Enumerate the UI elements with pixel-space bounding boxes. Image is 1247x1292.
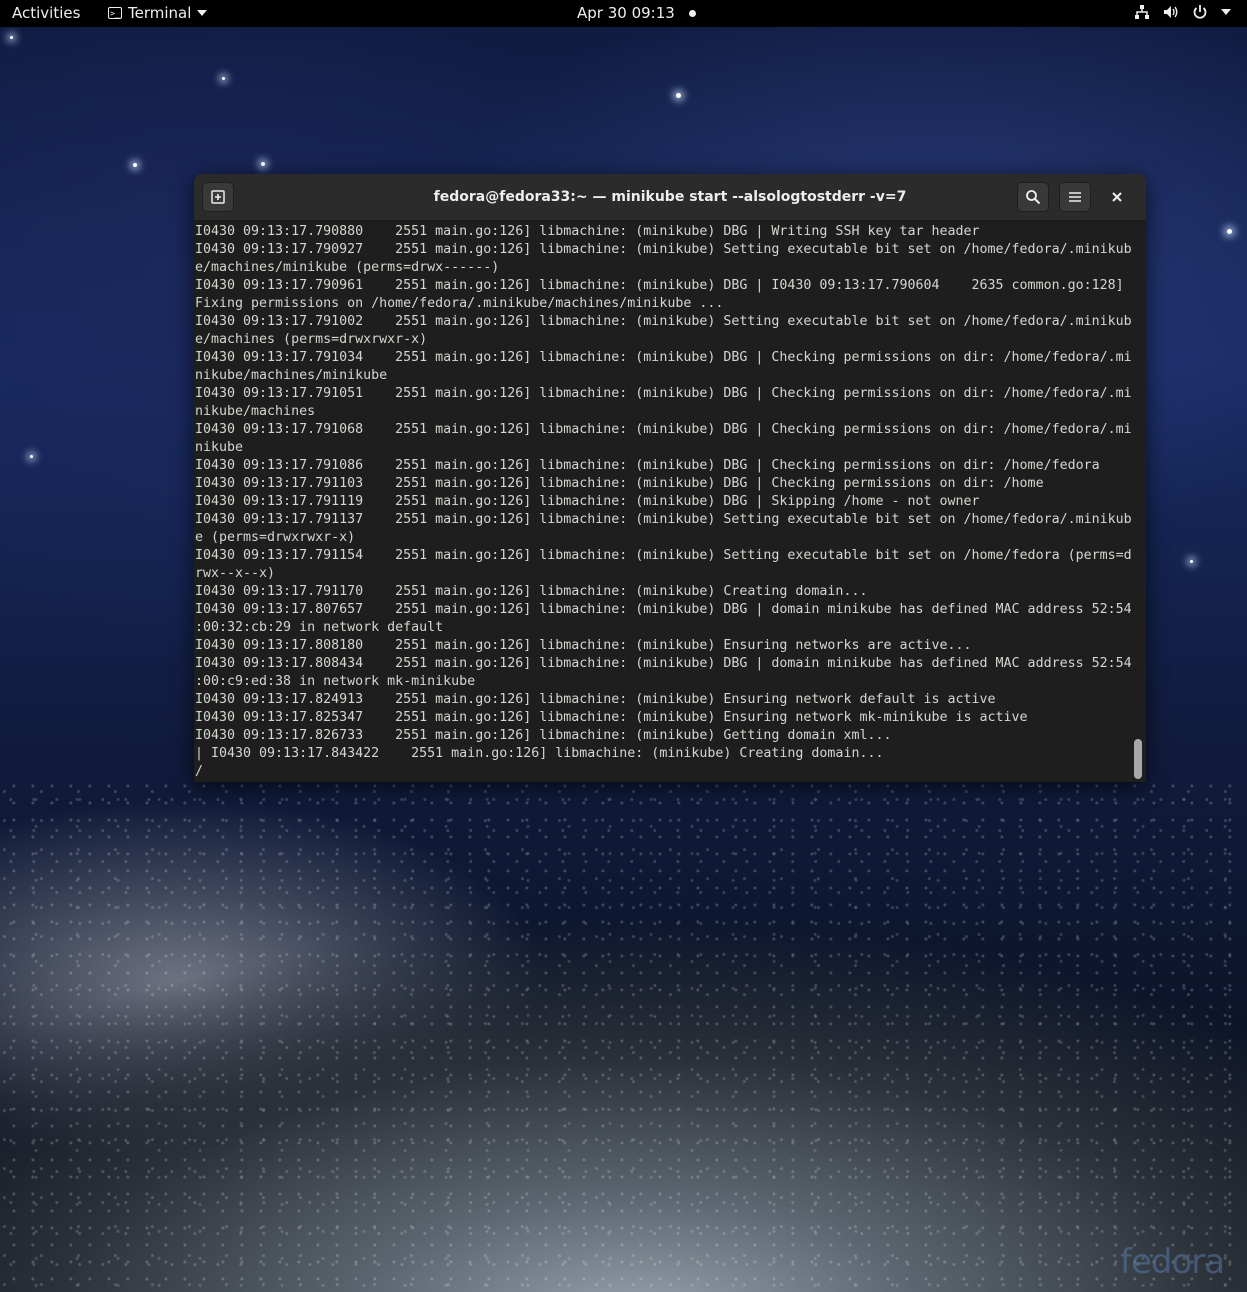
terminal-line: e/machines (perms=drwxrwxr-x) bbox=[195, 332, 428, 347]
terminal-line: I0430 09:13:17.790880 2551 main.go:126] … bbox=[195, 224, 980, 239]
terminal-line: I0430 09:13:17.791002 2551 main.go:126] … bbox=[195, 314, 1131, 329]
clock-button[interactable]: Apr 30 09:13 bbox=[577, 4, 696, 22]
terminal-line: nikube bbox=[195, 440, 244, 455]
terminal-line: I0430 09:13:17.824913 2551 main.go:126] … bbox=[195, 692, 996, 707]
terminal-line: I0430 09:13:17.808180 2551 main.go:126] … bbox=[195, 638, 972, 653]
fedora-watermark: fedora bbox=[1120, 1242, 1225, 1282]
terminal-output[interactable]: I0430 09:13:17.790880 2551 main.go:126] … bbox=[195, 223, 1131, 779]
clock-label: Apr 30 09:13 bbox=[577, 4, 675, 22]
wallpaper-star bbox=[261, 162, 265, 166]
terminal-line: Fixing permissions on /home/fedora/.mini… bbox=[195, 296, 724, 311]
power-icon bbox=[1193, 5, 1207, 19]
terminal-line: I0430 09:13:17.791154 2551 main.go:126] … bbox=[195, 548, 1131, 563]
terminal-line: nikube/machines/minikube bbox=[195, 368, 388, 383]
wallpaper-star bbox=[30, 455, 33, 458]
terminal-line: nikube/machines bbox=[195, 404, 316, 419]
terminal-line: I0430 09:13:17.791034 2551 main.go:126] … bbox=[195, 350, 1131, 365]
terminal-window: fedora@fedora33:~ — minikube start --als… bbox=[194, 174, 1146, 782]
terminal-line: I0430 09:13:17.790961 2551 main.go:126] … bbox=[195, 278, 1124, 293]
terminal-line: I0430 09:13:17.807657 2551 main.go:126] … bbox=[195, 602, 1131, 617]
terminal-line: | I0430 09:13:17.843422 2551 main.go:126… bbox=[195, 746, 884, 761]
terminal-line: :00:32:cb:29 in network default bbox=[195, 620, 444, 635]
activities-button[interactable]: Activities bbox=[12, 4, 80, 22]
window-title: fedora@fedora33:~ — minikube start --als… bbox=[433, 189, 907, 205]
wallpaper-star bbox=[10, 36, 13, 39]
window-header-bar[interactable]: fedora@fedora33:~ — minikube start --als… bbox=[194, 174, 1146, 221]
terminal-line: I0430 09:13:17.791068 2551 main.go:126] … bbox=[195, 422, 1131, 437]
system-status-menu[interactable] bbox=[1134, 4, 1231, 20]
terminal-line: e (perms=drwxrwxr-x) bbox=[195, 530, 356, 545]
terminal-line: I0430 09:13:17.791119 2551 main.go:126] … bbox=[195, 494, 980, 509]
close-icon bbox=[1112, 192, 1122, 202]
wallpaper-star bbox=[1190, 560, 1193, 563]
chevron-down-icon bbox=[1221, 9, 1231, 15]
terminal-line: I0430 09:13:17.791086 2551 main.go:126] … bbox=[195, 458, 1100, 473]
search-icon bbox=[1026, 190, 1041, 205]
terminal-line: rwx--x--x) bbox=[195, 566, 276, 581]
wallpaper-star bbox=[133, 163, 137, 167]
terminal-line: I0430 09:13:17.825347 2551 main.go:126] … bbox=[195, 710, 1028, 725]
chevron-down-icon bbox=[197, 10, 208, 16]
terminal-app-icon: >_ bbox=[108, 7, 122, 19]
terminal-line: I0430 09:13:17.791103 2551 main.go:126] … bbox=[195, 476, 1044, 491]
wallpaper-earth-lights bbox=[0, 780, 1247, 1292]
notification-dot-icon bbox=[688, 9, 696, 17]
app-menu-label: Terminal bbox=[128, 4, 192, 22]
terminal-line: I0430 09:13:17.826733 2551 main.go:126] … bbox=[195, 728, 892, 743]
wallpaper-star bbox=[222, 77, 225, 80]
terminal-line: I0430 09:13:17.791051 2551 main.go:126] … bbox=[195, 386, 1131, 401]
terminal-line: I0430 09:13:17.790927 2551 main.go:126] … bbox=[195, 242, 1131, 257]
top-bar: Activities >_ Terminal Apr 30 09:13 bbox=[0, 0, 1247, 27]
close-button[interactable] bbox=[1106, 186, 1128, 208]
terminal-line: / bbox=[195, 764, 204, 779]
terminal-line: e/machines/minikube (perms=drwx------) bbox=[195, 260, 500, 275]
search-button[interactable] bbox=[1017, 182, 1049, 212]
hamburger-menu-icon bbox=[1069, 192, 1081, 202]
app-menu-button[interactable]: >_ Terminal bbox=[108, 4, 208, 22]
volume-icon bbox=[1164, 6, 1178, 18]
terminal-line: I0430 09:13:17.808434 2551 main.go:126] … bbox=[195, 656, 1131, 671]
wallpaper-star bbox=[676, 93, 681, 98]
main-menu-button[interactable] bbox=[1059, 182, 1091, 212]
terminal-scrollbar[interactable] bbox=[1134, 739, 1142, 779]
terminal-line: :00:c9:ed:38 in network mk-minikube bbox=[195, 674, 476, 689]
wallpaper-star bbox=[1227, 229, 1232, 234]
network-wired-icon bbox=[1135, 5, 1149, 19]
terminal-line: I0430 09:13:17.791137 2551 main.go:126] … bbox=[195, 512, 1131, 527]
terminal-line: I0430 09:13:17.791170 2551 main.go:126] … bbox=[195, 584, 868, 599]
